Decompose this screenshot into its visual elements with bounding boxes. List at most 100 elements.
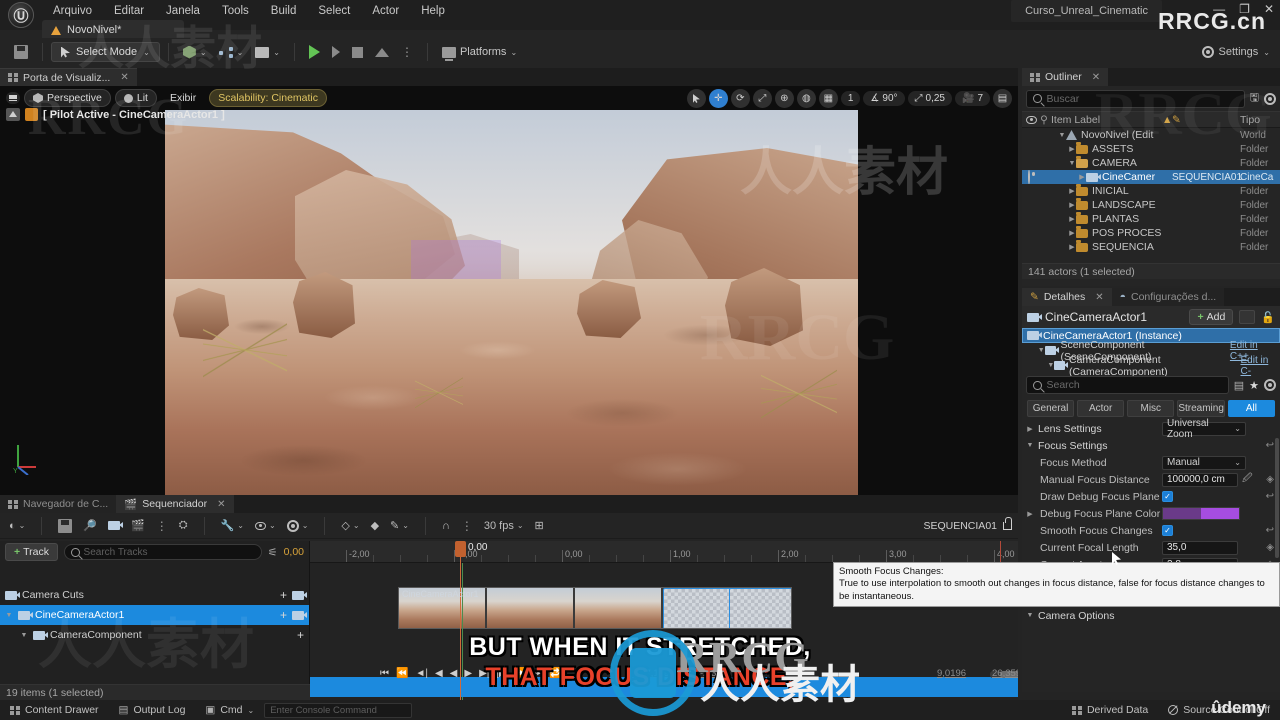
add-track-button[interactable]: + Track — [5, 543, 59, 561]
level-tab[interactable]: NovoNivel* — [42, 20, 184, 40]
cinematics-button[interactable]: ⌄ — [249, 44, 286, 61]
render-options-button[interactable]: ⋮ — [153, 520, 171, 532]
loop-button[interactable]: 🔁 — [549, 668, 561, 679]
property-row[interactable]: Focus Method Manual ⌄ — [1022, 454, 1280, 471]
filter-tab-misc[interactable]: Misc — [1127, 400, 1175, 417]
snapping-options-button[interactable]: ⋮ — [458, 520, 476, 532]
property-color-swatch[interactable] — [1162, 507, 1240, 520]
play-options-button[interactable]: ⋮ — [395, 45, 419, 59]
stop-button[interactable] — [346, 44, 369, 61]
expand-arrow-icon[interactable]: ▼ — [1026, 442, 1034, 449]
world-dropdown-button[interactable]: ◐ ⌄ — [6, 518, 28, 534]
lighting-dropdown[interactable]: Lit — [114, 89, 157, 107]
outliner-row[interactable]: ▼ CAMERA Folder — [1022, 156, 1280, 170]
camera-cut-section[interactable]: CineCameraActor1 — [398, 587, 792, 629]
property-row[interactable]: Manual Focus Distance 100000,0 cm 🖉 ◈ — [1022, 471, 1280, 488]
track-search-input[interactable] — [83, 546, 255, 558]
skip-button[interactable] — [326, 43, 346, 61]
console-input[interactable]: Enter Console Command — [264, 702, 413, 718]
expand-arrow-icon[interactable]: ▼ — [1037, 347, 1045, 354]
angle-snap-value[interactable]: ∡ 90° — [863, 91, 905, 106]
eyedropper-icon[interactable]: 🖉 — [1242, 471, 1253, 488]
scale-snap-value[interactable]: ⤢ 0,25 — [907, 91, 952, 106]
details-search-box[interactable] — [1026, 376, 1229, 394]
row-visibility-toggle[interactable] — [1022, 170, 1036, 184]
visibility-dropdown-button[interactable]: ⌄ — [252, 519, 279, 532]
menu-item-select[interactable]: Select — [307, 2, 361, 20]
content-drawer-button[interactable]: Content Drawer — [0, 700, 109, 720]
component-tree[interactable]: CineCameraActor1 (Instance) ▼ SceneCompone… — [1022, 328, 1280, 378]
minimize-button[interactable]: — — [1213, 2, 1225, 16]
outliner-search-box[interactable] — [1026, 89, 1245, 108]
expand-arrow-icon[interactable]: ▶ — [1026, 510, 1034, 518]
close-icon[interactable]: ✕ — [1095, 292, 1103, 303]
outliner-row[interactable]: ▼ NovoNivel (Edit World — [1022, 128, 1280, 142]
level-viewport[interactable]: Perspective Lit Exibir Scalability: Cine… — [0, 86, 1018, 495]
property-checkbox[interactable]: ✓ — [1162, 491, 1173, 502]
show-dropdown[interactable]: Exibir — [161, 89, 205, 107]
tab-navegador[interactable]: Navegador de C... — [0, 495, 117, 513]
component-grid-button[interactable] — [1239, 310, 1256, 324]
translate-tool-button[interactable]: ✛ — [708, 89, 728, 108]
step-forward-frames-button[interactable]: ⏩ — [514, 668, 526, 679]
menu-item-editar[interactable]: Editar — [103, 2, 155, 20]
component-row[interactable]: ▼ CameraComponent (CameraComponent) Edit i… — [1022, 354, 1280, 378]
curve-display-button[interactable]: ⊞ — [532, 517, 547, 534]
unreal-logo-icon[interactable]: Ⓤ — [8, 2, 34, 28]
filter-icon[interactable]: ⚟ — [268, 546, 278, 559]
save-outliner-icon[interactable]: 🖫 — [1250, 89, 1259, 108]
find-sequence-button[interactable]: 🔎 — [80, 517, 100, 534]
track-rows[interactable]: Camera Cuts + ▼ CineCameraActor1 + ▼ CameraCom… — [0, 585, 309, 645]
property-checkbox[interactable]: ✓ — [1162, 525, 1173, 536]
outliner-row[interactable]: ▶ INICIAL Folder — [1022, 184, 1280, 198]
expand-arrow-icon[interactable]: ▶ — [1068, 229, 1076, 237]
details-settings-icon[interactable] — [1264, 379, 1276, 391]
curve-editor-button[interactable]: ✎ ⌄ — [387, 517, 412, 534]
menu-item-arquivo[interactable]: Arquivo — [42, 2, 103, 20]
close-icon[interactable]: ✕ — [217, 499, 225, 510]
view-range-start[interactable]: 9,0196 — [937, 668, 966, 679]
layout-toggle-icon[interactable]: ▤ — [1234, 379, 1244, 392]
outliner-row[interactable]: ▶ PLANTAS Folder — [1022, 212, 1280, 226]
viewport-menu-icon[interactable] — [6, 92, 20, 104]
world-space-button[interactable]: ⊕ — [774, 89, 794, 108]
jump-to-start-button[interactable]: ⏮ — [380, 668, 389, 679]
outliner-settings-icon[interactable] — [1264, 92, 1276, 105]
add-key-button[interactable]: + — [297, 628, 304, 642]
add-key-button[interactable]: + — [280, 608, 287, 622]
add-key-button[interactable]: + — [280, 588, 287, 602]
play-button[interactable]: ▶ — [464, 668, 472, 679]
outliner-row[interactable]: ▶ CineCamer SEQUENCIA01 CineCa — [1022, 170, 1280, 184]
expand-arrow-icon[interactable]: ▶ — [1068, 201, 1076, 209]
property-row[interactable]: Current Focal Length 35,0 ◈ — [1022, 539, 1280, 556]
render-movie-button[interactable]: 🎬 — [128, 517, 148, 534]
sequencer-settings-button[interactable]: ⌄ — [284, 518, 312, 534]
step-forward-button[interactable]: ▶| — [479, 668, 489, 679]
blueprint-button[interactable]: ⌄ — [213, 44, 250, 61]
output-log-button[interactable]: ▤ Output Log — [109, 700, 196, 720]
menu-item-tools[interactable]: Tools — [211, 2, 260, 20]
track-options-icon[interactable] — [292, 610, 307, 620]
actions-button[interactable]: ⛭ — [176, 517, 191, 534]
tab-sequenciador[interactable]: 🎬 Sequenciador ✕ — [116, 495, 234, 513]
previous-key-button[interactable]: ◄| — [415, 668, 428, 679]
expand-arrow-icon[interactable]: ▶ — [1068, 145, 1076, 153]
eject-pilot-icon[interactable] — [6, 108, 20, 121]
expand-arrow-icon[interactable]: ▼ — [1068, 160, 1076, 167]
property-row[interactable]: ▼ Focus Settings ↩ — [1022, 437, 1280, 454]
filter-tab-all[interactable]: All — [1227, 400, 1276, 417]
expand-arrow-icon[interactable]: ▶ — [1026, 425, 1034, 433]
filter-tab-general[interactable]: General — [1027, 400, 1075, 417]
jump-to-end-button[interactable]: ⏭ — [533, 668, 542, 679]
property-dropdown[interactable]: Manual ⌄ — [1162, 455, 1246, 470]
outliner-search-input[interactable] — [1046, 92, 1238, 105]
sequencer-track-row[interactable]: ▼ CameraComponent + — [0, 625, 309, 645]
add-component-button[interactable]: + Add — [1189, 309, 1234, 325]
framerate-dropdown[interactable]: 30 fps ⌄ — [481, 518, 527, 534]
expand-arrow-icon[interactable]: ▼ — [1047, 362, 1054, 369]
expand-arrow-icon[interactable]: ▶ — [1068, 243, 1076, 251]
outliner-row[interactable]: ▶ ASSETS Folder — [1022, 142, 1280, 156]
close-button[interactable]: ✕ — [1264, 2, 1274, 16]
expand-arrow-icon[interactable]: ▶ — [1068, 187, 1076, 195]
expand-arrow-icon[interactable]: ▼ — [5, 612, 13, 619]
